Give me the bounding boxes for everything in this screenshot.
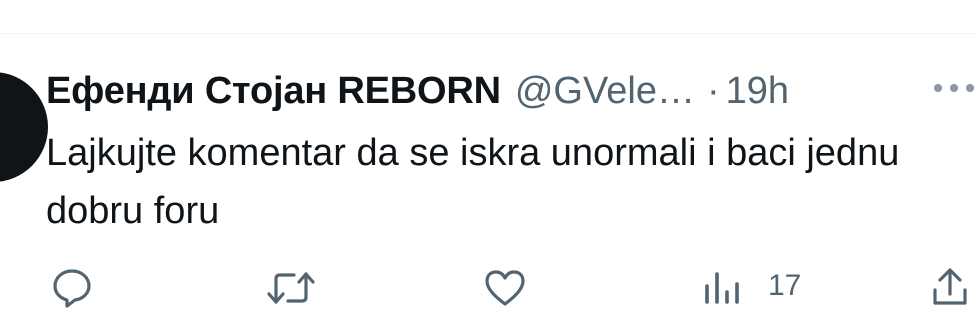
share-icon	[933, 268, 967, 305]
retweet-button[interactable]	[266, 268, 316, 308]
views-bar-chart-icon	[705, 272, 739, 304]
more-dot	[966, 84, 974, 92]
tweet[interactable]: Ефенди Стојан REBORN @GVele… · 19h Lajku…	[0, 0, 975, 325]
timestamp[interactable]: 19h	[726, 64, 789, 118]
retweet-icon	[267, 272, 315, 304]
separator-dot: ·	[706, 70, 720, 112]
reply-icon	[53, 269, 91, 308]
user-handle[interactable]: @GVele…	[515, 64, 695, 118]
tweet-header: Ефенди Стојан REBORN @GVele… · 19h	[46, 64, 789, 118]
like-button[interactable]	[483, 268, 527, 308]
views-button[interactable]: 17	[704, 266, 801, 306]
tweet-text: Lajkujte komentar da se iskra unormali i…	[46, 132, 900, 232]
share-button[interactable]	[930, 266, 970, 308]
action-bar: 17	[0, 262, 975, 312]
more-dot	[934, 84, 942, 92]
more-dot	[950, 84, 958, 92]
avatar[interactable]	[0, 72, 48, 182]
reply-button[interactable]	[50, 266, 94, 310]
display-name[interactable]: Ефенди Стојан REBORN	[46, 64, 501, 118]
heart-icon	[485, 270, 525, 306]
divider	[0, 33, 975, 34]
views-count: 17	[768, 269, 802, 302]
more-options-icon[interactable]	[934, 84, 974, 92]
